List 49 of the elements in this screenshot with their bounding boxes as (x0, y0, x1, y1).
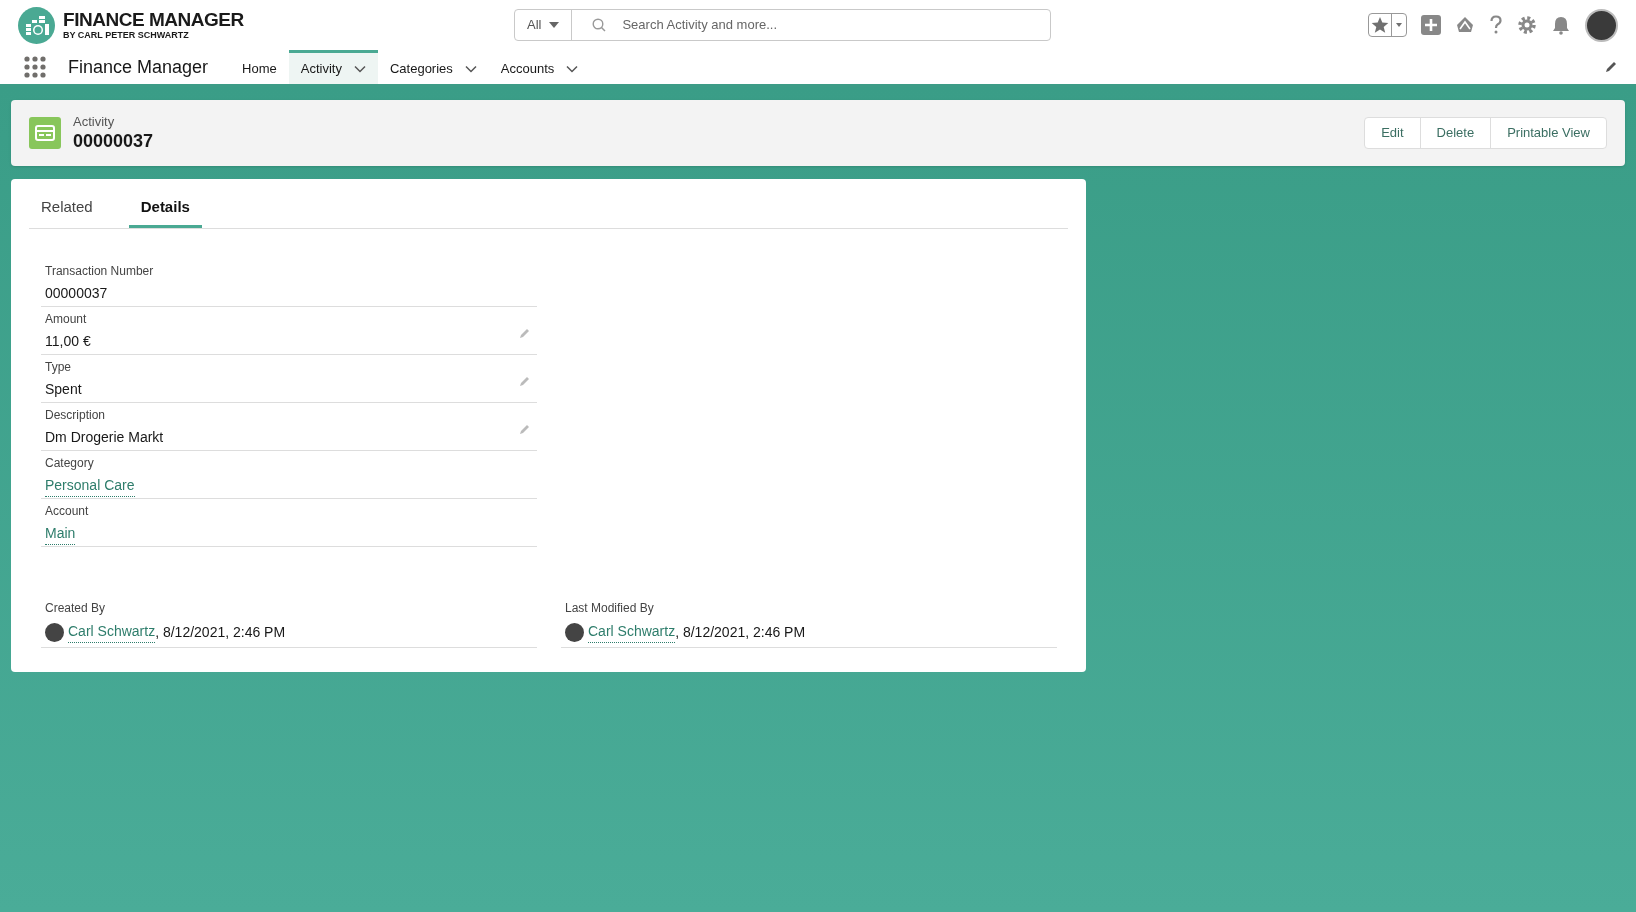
field-label: Last Modified By (564, 600, 655, 617)
app-name: Finance Manager (68, 55, 209, 79)
record-title: 00000037 (73, 129, 154, 153)
field-value: 11,00 € (45, 332, 91, 351)
add-icon[interactable] (1421, 15, 1441, 35)
field-label: Description (44, 407, 107, 424)
search-scope-dropdown[interactable]: All (515, 10, 573, 40)
notifications-icon[interactable] (1551, 15, 1571, 35)
timestamp: , 8/12/2021, 2:46 PM (155, 622, 286, 642)
nav-tab[interactable]: Home (230, 50, 289, 84)
app-launcher-icon[interactable] (24, 56, 46, 78)
brand-title: FINANCE MANAGER (63, 10, 244, 29)
action-button[interactable]: Printable View (1490, 118, 1606, 148)
field-label: Transaction Number (44, 263, 155, 280)
field-value: 00000037 (45, 284, 108, 303)
object-label: Activity (73, 113, 116, 130)
nav-tab[interactable]: Activity (288, 50, 378, 84)
user-avatar (565, 622, 584, 642)
timestamp: , 8/12/2021, 2:46 PM (675, 622, 806, 642)
record-tab[interactable]: Related (29, 189, 105, 228)
action-button[interactable]: Edit (1365, 118, 1420, 148)
settings-icon[interactable] (1517, 15, 1537, 35)
user-avatar (45, 622, 64, 642)
nav-tab[interactable]: Accounts (488, 50, 591, 84)
search-icon (592, 18, 607, 32)
field-label: Category (44, 455, 95, 472)
field-value: Dm Drogerie Markt (45, 428, 164, 447)
brand-subtitle: BY CARL PETER SCHWARTZ (63, 31, 190, 40)
nav-tab[interactable]: Categories (377, 50, 489, 84)
caret-down-icon (549, 22, 560, 28)
chevron-down-icon[interactable] (353, 64, 366, 73)
field-label: Account (44, 503, 90, 520)
chevron-down-icon[interactable] (464, 64, 477, 73)
field-value: Spent (45, 380, 82, 399)
favorites-button[interactable] (1368, 13, 1407, 37)
chevron-down-icon[interactable] (566, 64, 579, 73)
user-avatar[interactable] (1585, 8, 1618, 42)
field-link[interactable]: Main (45, 523, 76, 545)
record-tab[interactable]: Details (128, 189, 202, 228)
field-label: Amount (44, 311, 88, 328)
card-icon (29, 117, 61, 149)
field-label: Created By (44, 600, 107, 617)
help-icon[interactable] (1489, 15, 1503, 35)
logo-icon (18, 6, 55, 44)
field-link[interactable]: Personal Care (45, 475, 135, 497)
field-label: Type (44, 359, 72, 376)
pencil-icon[interactable] (1604, 60, 1618, 74)
search-field[interactable]: All Search Activity and more... (514, 9, 1051, 41)
action-button[interactable]: Delete (1419, 118, 1491, 148)
